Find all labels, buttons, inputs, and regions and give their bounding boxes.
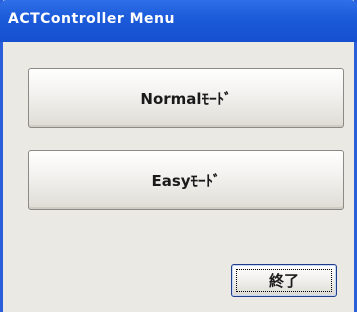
window-title: ACTController Menu: [8, 11, 175, 27]
title-bar[interactable]: ACTController Menu: [0, 0, 357, 42]
menu-window: ACTController Menu Normalﾓｰﾄﾞ Easyﾓｰﾄﾞ 終…: [0, 0, 357, 312]
easy-mode-button[interactable]: Easyﾓｰﾄﾞ: [28, 150, 344, 210]
easy-mode-label: Easyﾓｰﾄﾞ: [151, 171, 221, 190]
normal-mode-button[interactable]: Normalﾓｰﾄﾞ: [28, 68, 344, 128]
exit-button[interactable]: 終了: [231, 264, 337, 297]
exit-label: 終了: [268, 272, 299, 290]
normal-mode-label: Normalﾓｰﾄﾞ: [140, 89, 232, 108]
